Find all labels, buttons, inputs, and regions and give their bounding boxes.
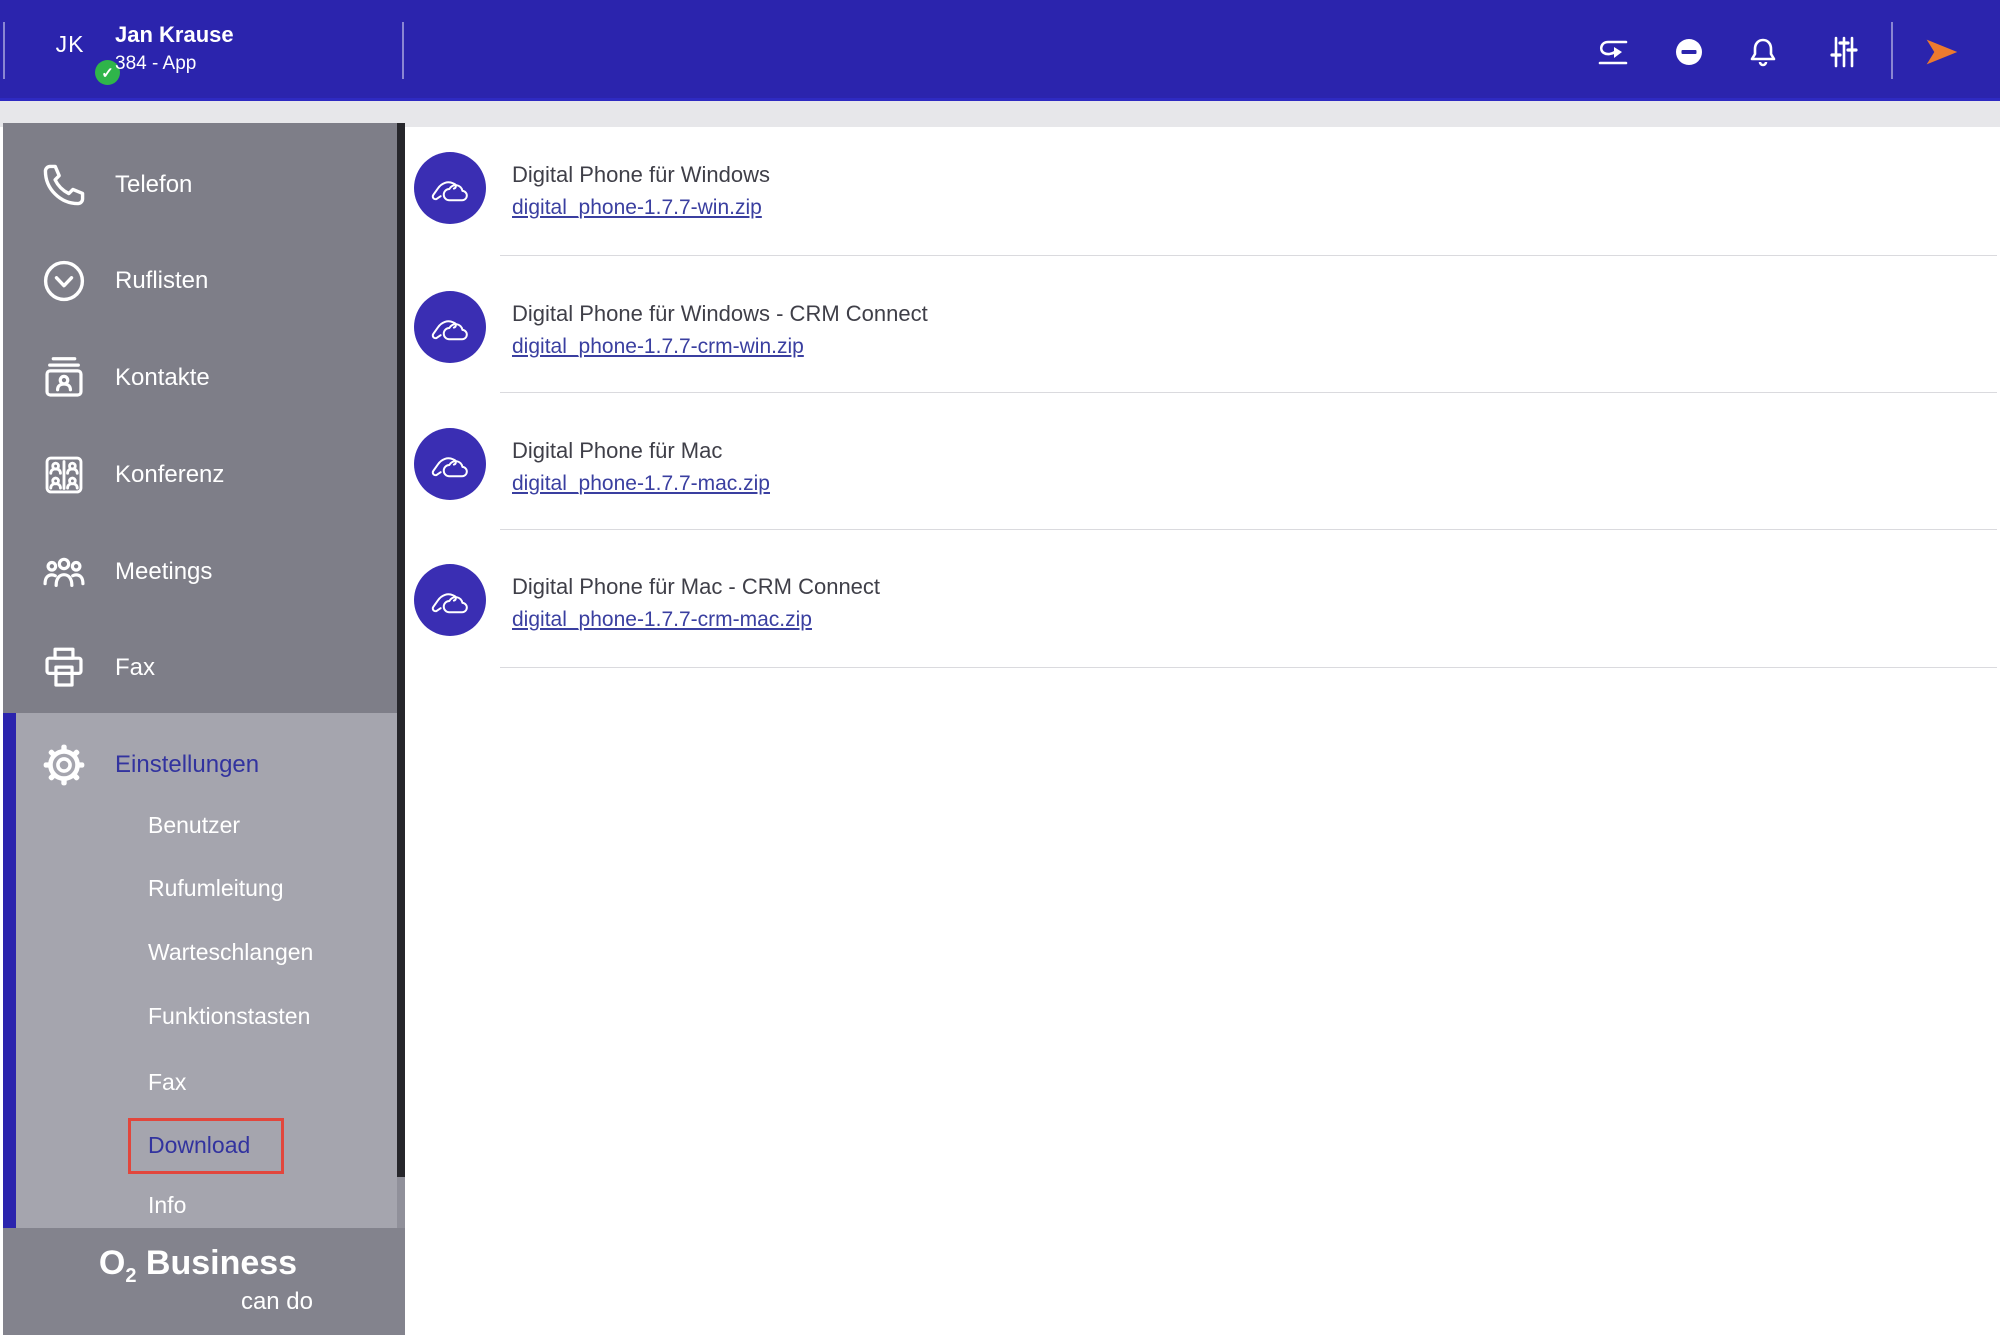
brand-tagline: can do (240, 1287, 313, 1315)
sidebar-subitem-warteschlangen[interactable]: Warteschlangen (3, 928, 393, 976)
subitem-label: Benutzer (148, 812, 241, 838)
meetings-people-icon (39, 547, 89, 597)
row-divider (500, 667, 1997, 668)
sidebar-item-einstellungen[interactable]: Einstellungen (3, 737, 393, 793)
sidebar-item-label: Meetings (115, 558, 213, 585)
download-title: Digital Phone für Windows (512, 162, 771, 187)
download-link[interactable]: digital_phone-1.7.7-crm-mac.zip (512, 608, 812, 632)
o2-business-logo: O2 Business can do (83, 1244, 313, 1316)
download-title: Digital Phone für Mac - CRM Connect (512, 574, 881, 599)
download-link[interactable]: digital_phone-1.7.7-win.zip (512, 196, 762, 220)
topbar-divider (3, 22, 5, 79)
download-title: Digital Phone für Windows - CRM Connect (512, 301, 928, 326)
conference-grid-icon (39, 450, 89, 500)
top-bar: JK ✓ Jan Krause 384 - App (0, 0, 2000, 101)
settings-sliders-icon[interactable] (1822, 30, 1866, 74)
download-row: Digital Phone für Mac digital_phone-1.7.… (414, 428, 1994, 500)
subitem-label: Info (148, 1192, 187, 1218)
row-divider (500, 529, 1997, 530)
sidebar-item-kontakte[interactable]: Kontakte (3, 350, 393, 406)
notifications-bell-icon[interactable] (1741, 30, 1785, 74)
sidebar-logo-section: O2 Business can do (3, 1228, 405, 1335)
digital-phone-app-icon (414, 291, 486, 363)
download-row: Digital Phone für Windows digital_phone-… (414, 152, 1994, 224)
digital-phone-app-icon (414, 564, 486, 636)
sidebar-item-label: Einstellungen (115, 751, 260, 778)
row-divider (500, 255, 1997, 256)
sidebar-subitem-benutzer[interactable]: Benutzer (3, 801, 393, 849)
sidebar-item-fax[interactable]: Fax (3, 640, 393, 696)
sidebar-subitem-funktionstasten[interactable]: Funktionstasten (3, 992, 393, 1040)
row-divider (500, 392, 1997, 393)
sidebar-item-label: Ruflisten (115, 267, 209, 294)
contacts-card-icon (39, 353, 89, 403)
sidebar: O2 Business can do Telefon Ruflisten Kon… (3, 123, 405, 1335)
gear-icon (39, 740, 89, 790)
subitem-label: Rufumleitung (148, 875, 284, 901)
call-history-clock-icon (39, 256, 89, 306)
sidebar-subitem-rufumleitung[interactable]: Rufumleitung (3, 864, 393, 912)
sidebar-item-label: Konferenz (115, 461, 225, 488)
digital-phone-app-icon (414, 428, 486, 500)
sidebar-subitem-info[interactable]: Info (3, 1181, 393, 1229)
topbar-divider (402, 22, 404, 79)
send-plane-icon[interactable] (1919, 30, 1963, 74)
user-extension: 384 - App (115, 53, 197, 74)
sidebar-item-label: Telefon (115, 171, 193, 198)
brand-name: O2 Business (98, 1244, 298, 1287)
sidebar-item-ruflisten[interactable]: Ruflisten (3, 253, 393, 309)
download-row: Digital Phone für Mac - CRM Connect digi… (414, 564, 1994, 636)
sidebar-item-meetings[interactable]: Meetings (3, 544, 393, 600)
sidebar-item-telefon[interactable]: Telefon (3, 157, 393, 213)
subitem-label: Fax (148, 1069, 187, 1095)
sidebar-scrollbar-thumb[interactable] (397, 123, 405, 1177)
subitem-label: Funktionstasten (148, 1003, 311, 1029)
do-not-disturb-icon[interactable] (1667, 30, 1711, 74)
avatar-initials: JK (55, 31, 85, 57)
sidebar-item-label: Kontakte (115, 364, 210, 391)
user-name: Jan Krause (115, 22, 234, 47)
sidebar-scrollbar-track (397, 1177, 405, 1228)
phone-icon (39, 160, 89, 210)
download-highlight-box (128, 1118, 284, 1174)
download-row: Digital Phone für Windows - CRM Connect … (414, 291, 1994, 363)
sidebar-item-konferenz[interactable]: Konferenz (3, 447, 393, 503)
fax-printer-icon (39, 643, 89, 693)
sidebar-subitem-fax[interactable]: Fax (3, 1058, 393, 1106)
digital-phone-app-icon (414, 152, 486, 224)
download-link[interactable]: digital_phone-1.7.7-mac.zip (512, 472, 770, 496)
avatar[interactable]: JK ✓ (48, 23, 120, 85)
topbar-divider (1891, 22, 1893, 79)
download-page: Digital Phone für Windows digital_phone-… (405, 127, 2000, 1335)
user-block: Jan Krause 384 - App (115, 22, 234, 77)
download-link[interactable]: digital_phone-1.7.7-crm-win.zip (512, 335, 804, 359)
call-forward-icon[interactable] (1590, 30, 1634, 74)
sidebar-item-label: Fax (115, 654, 156, 681)
download-title: Digital Phone für Mac (512, 438, 723, 463)
subitem-label: Warteschlangen (148, 939, 314, 965)
